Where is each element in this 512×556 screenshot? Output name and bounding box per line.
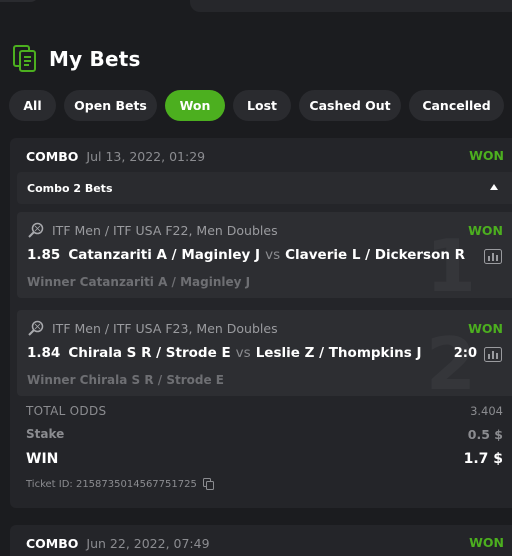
tournament-name: ITF Men / ITF USA F23, Men Doubles	[52, 321, 278, 336]
leg-tournament: ITF Men / ITF USA F23, Men Doubles	[27, 320, 278, 337]
filter-tabs: All Open Bets Won Lost Cashed Out Cancel…	[9, 90, 504, 121]
tournament-name: ITF Men / ITF USA F22, Men Doubles	[52, 223, 278, 238]
filter-lost[interactable]: Lost	[233, 90, 291, 121]
filter-cashed-out[interactable]: Cashed Out	[299, 90, 401, 121]
tennis-racket-icon	[28, 320, 44, 336]
bets-slip-icon	[13, 45, 36, 72]
bet-date: Jul 13, 2022, 01:29	[86, 148, 206, 164]
leg-index-watermark: 2	[425, 322, 476, 396]
stake-value: 0.5 $	[467, 427, 503, 442]
bet-card: COMBO Jun 22, 2022, 07:49 WON	[10, 525, 512, 556]
bet-leg: 2 ITF Men / ITF USA F23, Men Doubles WON…	[17, 310, 512, 396]
tennis-racket-icon	[28, 222, 44, 238]
ticket-id: Ticket ID: 2158735014567751725	[26, 478, 215, 490]
leg-status-badge: WON	[468, 321, 503, 336]
leg-away-team: Leslie Z / Thompkins J	[255, 345, 422, 361]
leg-pick: Winner Chirala S R / Strode E	[27, 373, 224, 387]
bet-card-header: COMBO Jul 13, 2022, 01:29 WON	[26, 148, 504, 164]
leg-status-badge: WON	[468, 223, 503, 238]
filter-open-bets[interactable]: Open Bets	[64, 90, 157, 121]
leg-match-line: 1.84 Chirala S R / Strode E vs Leslie Z …	[27, 345, 422, 361]
win-label: WIN	[26, 451, 59, 467]
chevron-up-icon[interactable]	[490, 184, 498, 190]
page-heading: My Bets	[12, 44, 141, 74]
leg-score: 2:0	[453, 346, 477, 361]
top-bar-tab[interactable]	[0, 0, 40, 2]
leg-home-team: Chirala S R / Strode E	[68, 345, 231, 361]
bet-status-badge: WON	[469, 535, 504, 550]
top-bar-panel	[190, 0, 512, 12]
combo-group-toggle[interactable]: Combo 2 Bets	[17, 172, 512, 204]
stats-icon[interactable]	[484, 249, 502, 264]
leg-vs: vs	[235, 345, 251, 361]
filter-all[interactable]: All	[9, 90, 56, 121]
total-odds-label: TOTAL ODDS	[26, 404, 107, 418]
bet-type-label: COMBO	[26, 535, 79, 551]
leg-index-watermark: 1	[425, 224, 476, 298]
leg-pick: Winner Catanzariti A / Maginley J	[27, 275, 251, 289]
filter-cancelled[interactable]: Cancelled	[409, 90, 504, 121]
leg-away-team: Claverie L / Dickerson R	[285, 247, 466, 263]
bet-status-badge: WON	[469, 148, 504, 163]
bet-leg: 1 ITF Men / ITF USA F22, Men Doubles WON…	[17, 212, 512, 298]
leg-odds: 1.84	[27, 345, 61, 361]
ticket-id-text: Ticket ID: 2158735014567751725	[26, 478, 197, 490]
bet-type-label: COMBO	[26, 148, 79, 164]
win-value: 1.7 $	[463, 451, 503, 467]
stats-icon[interactable]	[484, 347, 502, 362]
bet-card-header: COMBO Jun 22, 2022, 07:49 WON	[26, 535, 504, 551]
leg-odds: 1.85	[27, 247, 61, 263]
leg-tournament: ITF Men / ITF USA F22, Men Doubles	[27, 222, 278, 239]
total-odds-value: 3.404	[470, 404, 503, 418]
combo-group-label: Combo 2 Bets	[27, 181, 113, 195]
bet-card: COMBO Jul 13, 2022, 01:29 WON Combo 2 Be…	[10, 138, 512, 508]
bet-date: Jun 22, 2022, 07:49	[86, 535, 210, 551]
leg-vs: vs	[265, 247, 281, 263]
top-bar	[0, 0, 512, 24]
leg-home-team: Catanzariti A / Maginley J	[68, 247, 261, 263]
stake-label: Stake	[26, 427, 65, 441]
filter-won[interactable]: Won	[165, 90, 225, 121]
copy-icon[interactable]	[202, 478, 215, 490]
leg-match-line: 1.85 Catanzariti A / Maginley J vs Clave…	[27, 247, 465, 263]
page-title: My Bets	[49, 47, 141, 71]
